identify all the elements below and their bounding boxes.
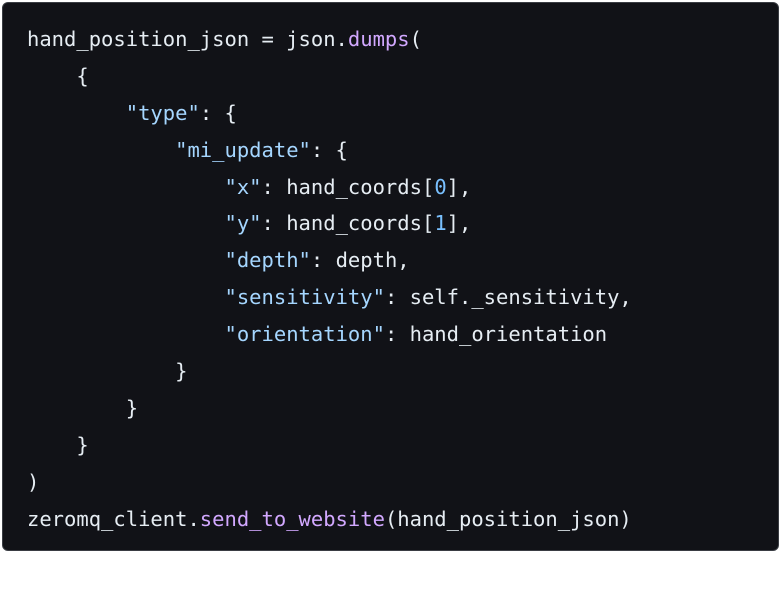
code-line-4: "mi_update": { (27, 132, 632, 169)
code-token: : depth, (310, 248, 410, 273)
code-snippet-panel: hand_position_json = json.dumps( { "type… (2, 2, 779, 551)
code-token-function: send_to_website (199, 506, 385, 531)
code-token: ( (409, 27, 422, 51)
code-token-number: 1 (434, 211, 447, 236)
code-token: : hand_coords[ (261, 174, 435, 199)
code-token-key: "y" (224, 211, 262, 236)
code-token-key: "sensitivity" (224, 285, 385, 310)
code-block: hand_position_json = json.dumps( { "type… (27, 21, 632, 611)
code-token: : hand_orientation (384, 322, 608, 347)
code-line-13: ) (27, 464, 632, 501)
code-token-number: 0 (434, 174, 447, 199)
code-token: } (27, 359, 188, 384)
code-line-7: "depth": depth, (27, 242, 632, 279)
code-token-key: "depth" (224, 248, 311, 273)
code-line-11: } (27, 390, 632, 427)
code-token: : { (310, 137, 348, 162)
code-token: { (27, 63, 89, 88)
code-token-key: "type" (125, 100, 200, 125)
code-line-12: } (27, 427, 632, 464)
code-token: : self._sensitivity, (384, 285, 632, 310)
code-token: ) (27, 469, 40, 494)
code-token: } (27, 395, 139, 420)
code-line-8: "sensitivity": self._sensitivity, (27, 279, 632, 316)
code-line-1: hand_position_json = json.dumps( (27, 21, 632, 58)
code-token: : hand_coords[ (261, 211, 435, 236)
code-line-2: { (27, 58, 632, 95)
code-line-9: "orientation": hand_orientation (27, 316, 632, 353)
code-line-6: "y": hand_coords[1], (27, 205, 632, 242)
code-token: } (27, 432, 89, 457)
code-token-key: "orientation" (224, 322, 385, 347)
code-line-5: "x": hand_coords[0], (27, 169, 632, 206)
code-token: zeromq_client. (27, 506, 200, 531)
code-token: ], (446, 211, 472, 236)
code-line-10: } (27, 353, 632, 390)
code-token-function: dumps (347, 27, 410, 51)
code-token: : { (199, 100, 237, 125)
code-token-key: "mi_update" (175, 137, 311, 162)
code-token: ], (446, 174, 472, 199)
code-token: (hand_position_json) (384, 506, 632, 531)
code-line-14: zeromq_client.send_to_website(hand_posit… (27, 501, 632, 538)
code-line-3: "type": { (27, 95, 632, 132)
code-token: hand_position_json = json. (27, 27, 348, 51)
code-token-key: "x" (224, 174, 262, 199)
